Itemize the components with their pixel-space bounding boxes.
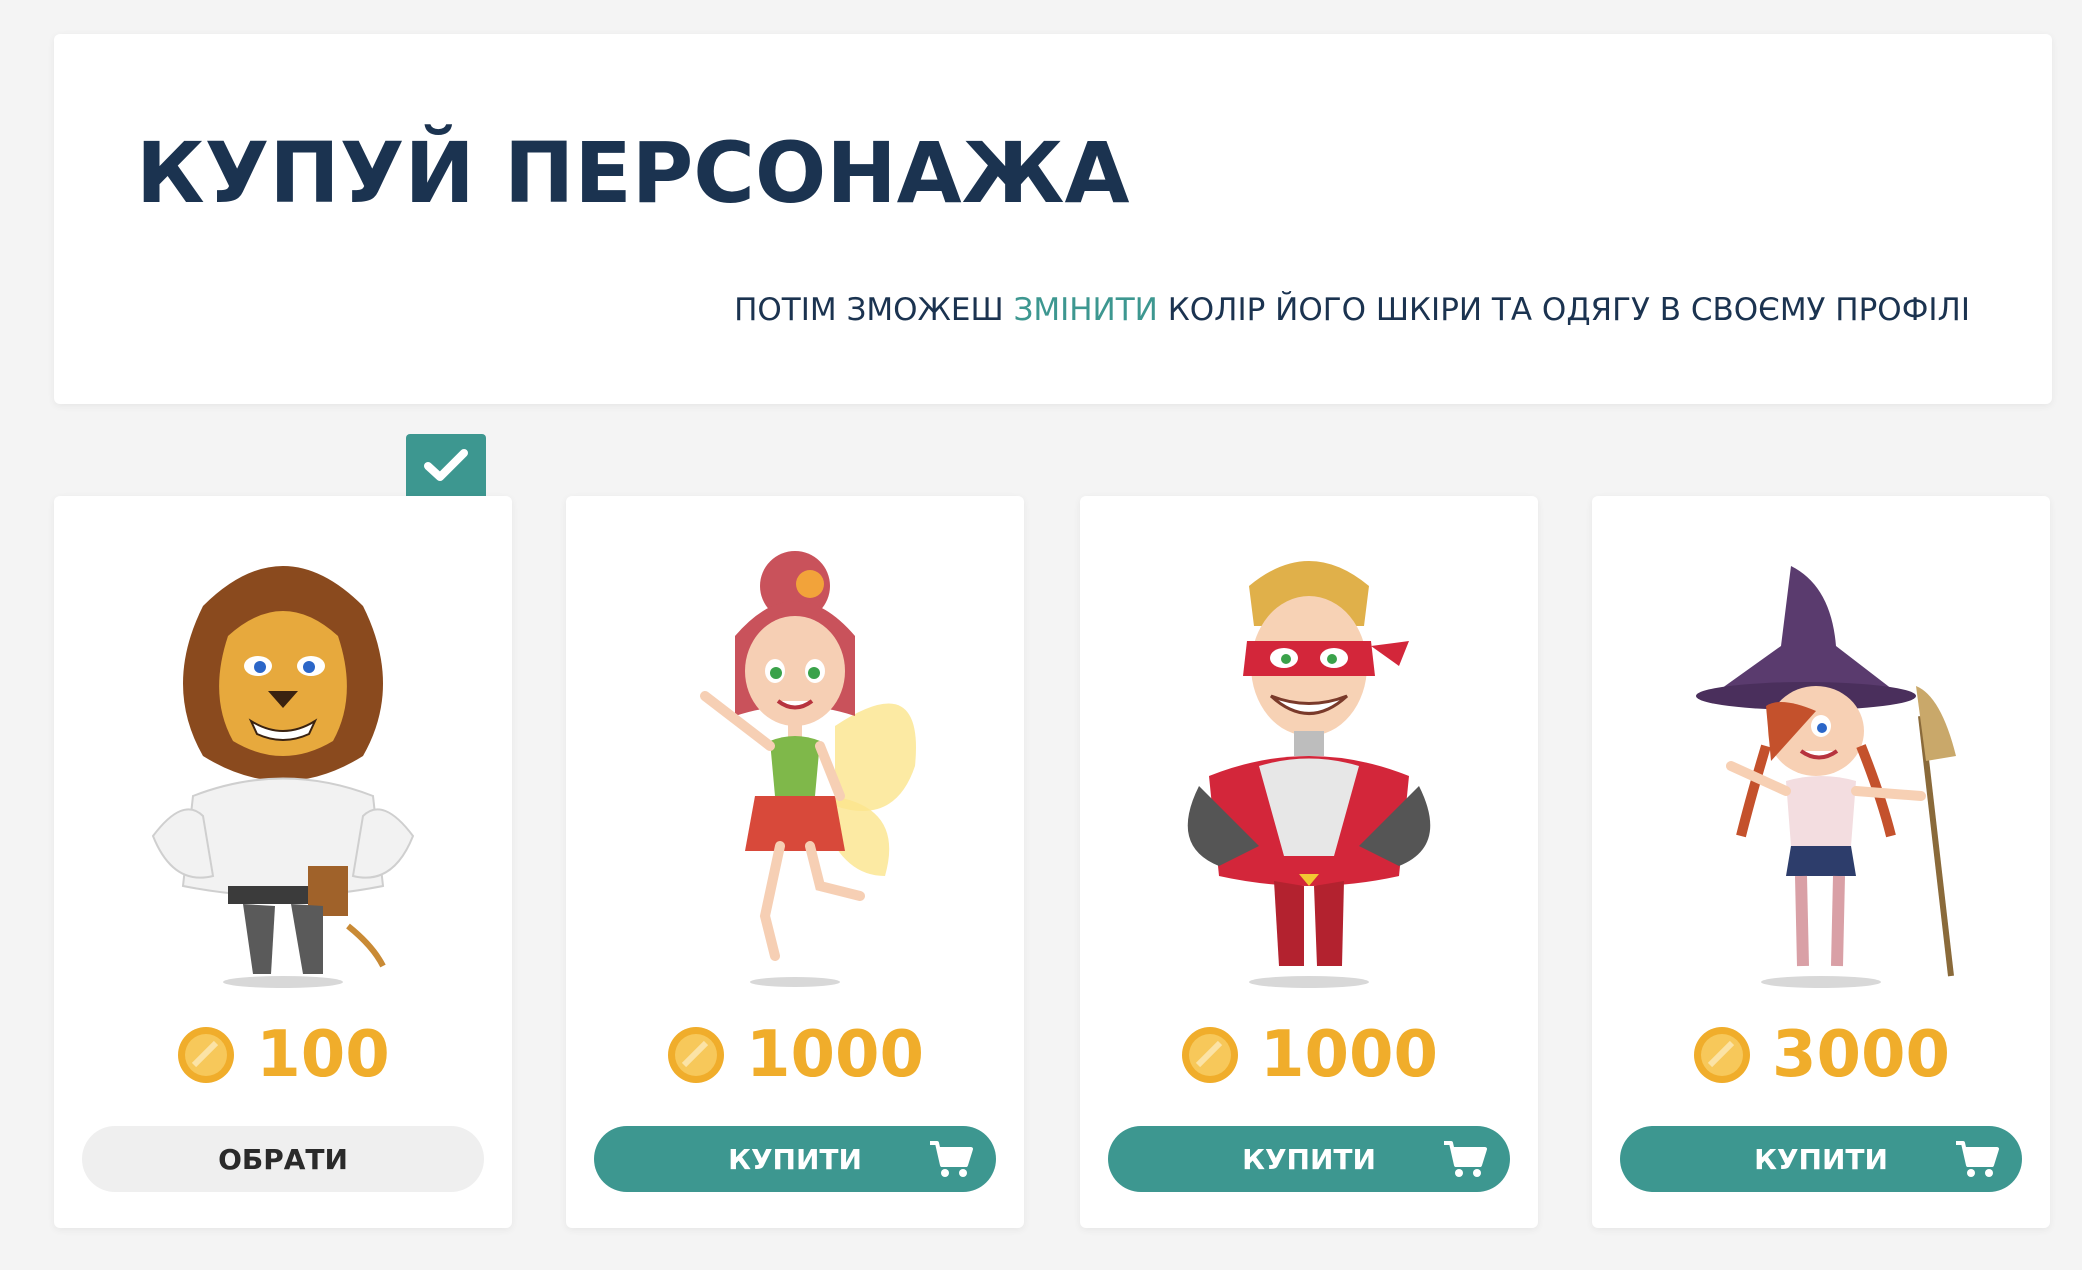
character-card-superhero: 1000 КУПИТИ: [1080, 496, 1538, 1228]
lion-character-image: [151, 566, 415, 988]
selected-badge: [406, 434, 486, 496]
page-title: КУПУЙ ПЕРСОНАЖА: [136, 124, 1130, 222]
character-card-witch: 3000 КУПИТИ: [1592, 496, 2050, 1228]
cart-icon: [1956, 1141, 1999, 1177]
check-icon: [424, 449, 468, 481]
price-value: 3000: [1771, 1018, 1951, 1092]
cart-icon: [1444, 1141, 1487, 1177]
price: 3000: [1592, 1018, 2050, 1092]
fairy-character-image: [700, 551, 916, 987]
cart-icon: [930, 1141, 973, 1177]
superhero-character-image: [1187, 561, 1431, 988]
witch-character-image: [1696, 566, 1956, 988]
price-value: 100: [256, 1018, 390, 1092]
coin-icon: [667, 1027, 724, 1083]
change-colors-link[interactable]: ЗМІНИТИ: [1013, 292, 1157, 328]
subtitle-text-start: ПОТІМ ЗМОЖЕШ: [734, 292, 1014, 328]
character-card-fairy: 1000 КУПИТИ: [566, 496, 1024, 1228]
price: 1000: [1080, 1018, 1538, 1092]
page-subtitle: ПОТІМ ЗМОЖЕШ ЗМІНИТИ КОЛІР ЙОГО ШКІРИ ТА…: [734, 292, 1970, 328]
subtitle-text-end: КОЛІР ЙОГО ШКІРИ ТА ОДЯГУ В СВОЄМУ ПРОФІ…: [1157, 292, 1970, 328]
coin-icon: [1181, 1027, 1238, 1083]
select-button[interactable]: ОБРАТИ: [82, 1126, 484, 1192]
buy-button-label: КУПИТИ: [728, 1142, 862, 1176]
price-value: 1000: [1259, 1018, 1439, 1092]
price: 1000: [566, 1018, 1024, 1092]
header-card: КУПУЙ ПЕРСОНАЖА ПОТІМ ЗМОЖЕШ ЗМІНИТИ КОЛ…: [54, 34, 2052, 404]
coin-icon: [178, 1027, 235, 1083]
character-card-lion: 100 ОБРАТИ: [54, 496, 512, 1228]
buy-button[interactable]: КУПИТИ: [1108, 1126, 1510, 1192]
buy-button-label: КУПИТИ: [1242, 1142, 1376, 1176]
price-value: 1000: [745, 1018, 925, 1092]
buy-button[interactable]: КУПИТИ: [594, 1126, 996, 1192]
price: 100: [54, 1018, 512, 1092]
coin-icon: [1693, 1027, 1750, 1083]
buy-button[interactable]: КУПИТИ: [1620, 1126, 2022, 1192]
buy-button-label: КУПИТИ: [1754, 1142, 1888, 1176]
select-button-label: ОБРАТИ: [218, 1142, 348, 1176]
